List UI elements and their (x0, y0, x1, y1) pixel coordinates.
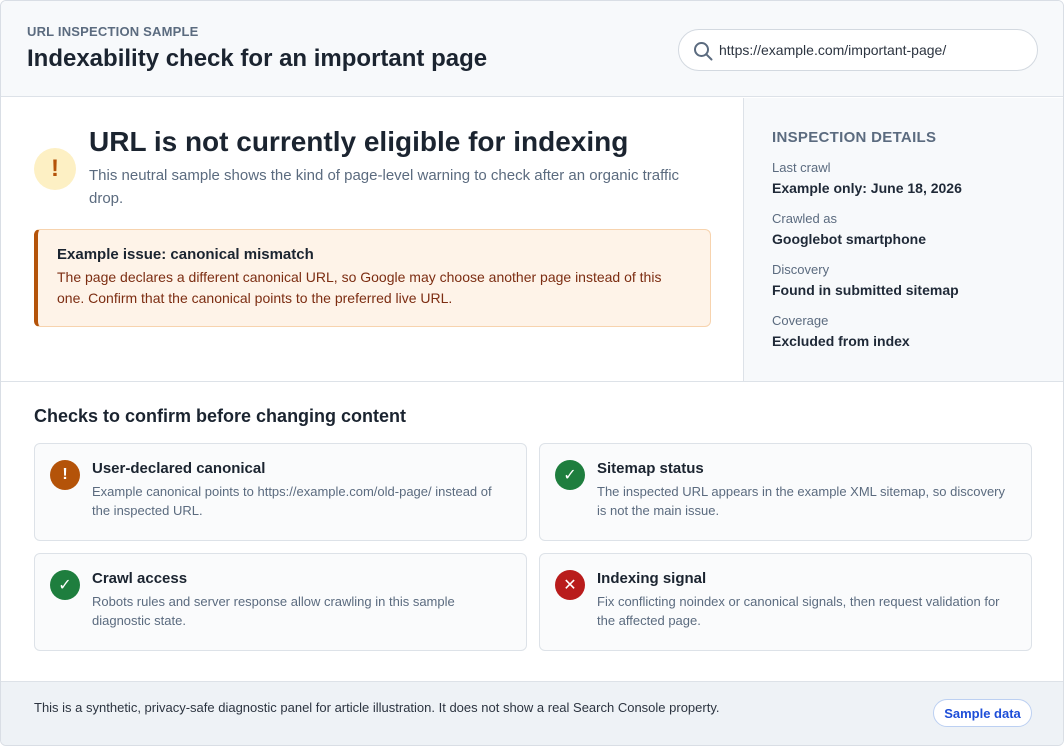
check-icon: ✓ (555, 460, 585, 490)
search-icon (694, 42, 713, 61)
check-text: Example canonical points to https://exam… (92, 484, 492, 518)
alert-description: This neutral sample shows the kind of pa… (89, 167, 680, 207)
search-value: https://example.com/important-page/ (719, 42, 947, 58)
check-card-sitemap[interactable]: ✓ Sitemap status The inspected URL appea… (539, 443, 1032, 541)
check-card-crawl[interactable]: ✓ Crawl access Robots rules and server r… (34, 553, 527, 651)
footer: This is a synthetic, privacy-safe diagno… (1, 681, 1063, 745)
check-text: Fix conflicting noindex or canonical sig… (597, 594, 1000, 628)
warning-icon: ! (34, 148, 76, 190)
issue-callout: Example issue: canonical mismatch The pa… (34, 229, 711, 327)
page-title: Indexability check for an important page (27, 45, 488, 72)
section-divider (1, 381, 1063, 382)
alert-section: ! URL is not currently eligible for inde… (1, 98, 743, 381)
details-heading: INSPECTION DETAILS (772, 129, 937, 146)
detail-label: Discovery (772, 262, 830, 277)
checks-heading: Checks to confirm before changing conten… (34, 406, 407, 426)
close-icon: ✕ (555, 570, 585, 600)
detail-label: Last crawl (772, 160, 831, 175)
sample-data-badge[interactable]: Sample data (933, 699, 1032, 727)
detail-label: Coverage (772, 313, 829, 328)
url-search-input[interactable]: https://example.com/important-page/ (678, 29, 1038, 71)
issue-text: The page declares a different canonical … (57, 269, 662, 306)
detail-value: Example only: June 18, 2026 (772, 180, 962, 196)
detail-value: Found in submitted sitemap (772, 282, 959, 298)
detail-label: Crawled as (772, 211, 838, 226)
check-card-canonical[interactable]: ! User-declared canonical Example canoni… (34, 443, 527, 541)
footer-text: This is a synthetic, privacy-safe diagno… (34, 700, 720, 715)
detail-coverage: Coverage Excluded from index (772, 313, 910, 349)
warning-icon: ! (50, 460, 80, 490)
check-text: Robots rules and server response allow c… (92, 594, 455, 628)
header: URL INSPECTION SAMPLE Indexability check… (1, 1, 1063, 97)
check-card-indexing[interactable]: ✕ Indexing signal Fix conflicting noinde… (539, 553, 1032, 651)
eyebrow-label: URL INSPECTION SAMPLE (27, 24, 199, 39)
check-title: Sitemap status (597, 460, 704, 477)
check-title: Crawl access (92, 570, 188, 587)
check-title: Indexing signal (597, 570, 707, 587)
detail-last-crawl: Last crawl Example only: June 18, 2026 (772, 160, 962, 196)
detail-discovery: Discovery Found in submitted sitemap (772, 262, 959, 298)
inspection-panel: URL INSPECTION SAMPLE Indexability check… (0, 0, 1064, 746)
inspection-details: INSPECTION DETAILS Last crawl Example on… (743, 98, 1063, 381)
alert-title: URL is not currently eligible for indexi… (89, 126, 629, 157)
check-text: The inspected URL appears in the example… (597, 484, 1006, 518)
detail-crawled-as: Crawled as Googlebot smartphone (772, 211, 926, 247)
check-title: User-declared canonical (92, 460, 266, 477)
check-icon: ✓ (50, 570, 80, 600)
issue-title: Example issue: canonical mismatch (57, 246, 314, 263)
detail-value: Excluded from index (772, 333, 910, 349)
detail-value: Googlebot smartphone (772, 231, 926, 247)
